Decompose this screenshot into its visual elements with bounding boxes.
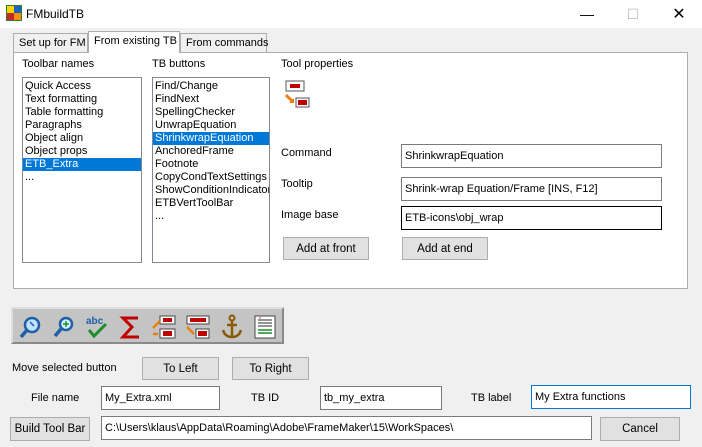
tab-set-up-for-fm[interactable]: Set up for FM [13,33,88,52]
unwrap-icon[interactable] [150,313,178,341]
shrinkwrap-icon[interactable] [184,313,212,341]
list-item[interactable]: Text formatting [23,93,141,106]
find-next-icon[interactable] [51,313,79,341]
move-selected-label: Move selected button [12,362,117,374]
list-item[interactable]: Object align [23,132,141,145]
to-left-button[interactable]: To Left [142,357,219,380]
list-item[interactable]: UnwrapEquation [153,119,269,132]
tb-label-field[interactable]: My Extra functions [531,385,691,409]
list-item-selected[interactable]: ShrinkwrapEquation [153,132,269,145]
list-item[interactable]: FindNext [153,93,269,106]
command-label: Command [281,147,332,159]
list-item[interactable]: ShowConditionIndicator [153,184,269,197]
preview-toolbar: abc * [11,307,284,344]
list-item[interactable]: ... [23,171,141,184]
list-item[interactable]: Object props [23,145,141,158]
image-base-label: Image base [281,209,339,221]
footnote-icon[interactable]: * [251,313,279,341]
find-zoom-icon[interactable] [18,313,46,341]
list-item[interactable]: CopyCondTextSettings [153,171,269,184]
maximize-button[interactable]: ☐ [610,0,656,28]
tb-buttons-label: TB buttons [152,58,206,70]
window-title: FMbuildTB [26,7,85,21]
list-item-selected[interactable]: ETB_Extra [23,158,141,171]
tb-id-label: TB ID [251,392,280,404]
list-item[interactable]: SpellingChecker [153,106,269,119]
tab-from-existing-tb[interactable]: From existing TB [88,31,180,53]
list-item[interactable]: ETBVertToolBar [153,197,269,210]
cancel-button[interactable]: Cancel [600,417,680,441]
list-item[interactable]: AnchoredFrame [153,145,269,158]
close-button[interactable]: ✕ [656,0,702,28]
toolbar-names-list[interactable]: Quick Access Text formatting Table forma… [22,77,142,263]
file-name-field[interactable]: My_Extra.xml [101,386,220,410]
tab-panel-from-existing-tb: Toolbar names Quick Access Text formatti… [13,52,688,289]
workspace-path-field[interactable]: C:\Users\klaus\AppData\Roaming\Adobe\Fra… [101,416,592,440]
toolbar-names-label: Toolbar names [22,58,95,70]
tab-from-commands[interactable]: From commands [180,33,269,52]
tooltip-field[interactable]: Shrink-wrap Equation/Frame [INS, F12] [401,177,662,201]
list-item[interactable]: ... [153,210,269,223]
list-item[interactable]: Paragraphs [23,119,141,132]
app-icon [6,5,22,21]
file-name-label: File name [31,392,80,404]
build-tool-bar-button[interactable]: Build Tool Bar [10,417,90,441]
tooltip-label: Tooltip [281,178,313,190]
spellcheck-icon[interactable]: abc [83,313,111,341]
tb-id-field[interactable]: tb_my_extra [320,386,442,410]
add-at-front-button[interactable]: Add at front [283,237,369,260]
sigma-icon[interactable] [117,313,145,341]
tb-label-label: TB label [471,392,512,404]
list-item[interactable]: Footnote [153,158,269,171]
command-field[interactable]: ShrinkwrapEquation [401,144,662,168]
tool-properties-label: Tool properties [281,58,354,70]
to-right-button[interactable]: To Right [232,357,309,380]
list-item[interactable]: Table formatting [23,106,141,119]
svg-text:abc: abc [86,316,104,327]
minimize-button[interactable]: — [564,0,610,28]
shrinkwrap-frame-icon [284,80,310,108]
add-at-end-button[interactable]: Add at end [402,237,488,260]
anchor-icon[interactable] [218,313,246,341]
svg-text:*: * [259,317,261,323]
list-item[interactable]: Find/Change [153,80,269,93]
image-base-field[interactable]: ETB-icons\obj_wrap [401,206,662,230]
list-item[interactable]: Quick Access [23,80,141,93]
tb-buttons-list[interactable]: Find/Change FindNext SpellingChecker Unw… [152,77,270,263]
